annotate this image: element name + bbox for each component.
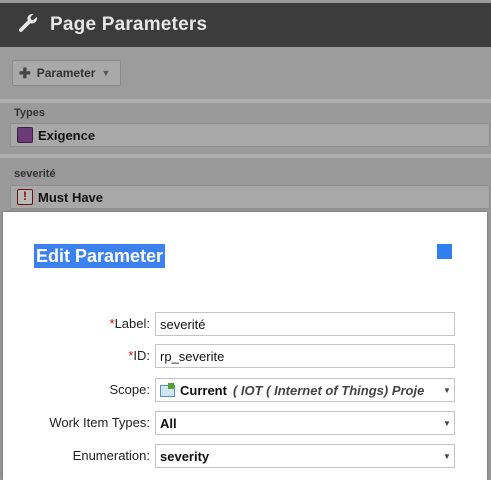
plus-icon: ✚	[19, 64, 31, 81]
work-item-types-select[interactable]: All ▼	[155, 411, 455, 435]
chevron-down-icon: ▼	[101, 68, 111, 78]
id-field-label: *ID:	[128, 348, 150, 363]
dialog-title: Edit Parameter	[34, 244, 166, 268]
scope-row: Scope: Current ( IOT ( Internet of Thing…	[3, 378, 487, 402]
param-value-text: Must Have	[38, 189, 104, 205]
param-value-types[interactable]: Exigence	[10, 123, 490, 147]
must-have-icon	[17, 189, 33, 205]
close-icon[interactable]	[437, 244, 452, 259]
scope-detail: ( IOT ( Internet of Things) Proje	[232, 382, 425, 398]
work-item-types-field-label: Work Item Types:	[49, 415, 150, 430]
chevron-down-icon: ▼	[440, 412, 454, 434]
divider	[0, 154, 491, 158]
enumeration-select[interactable]: severity ▼	[155, 444, 455, 468]
enumeration-field-label: Enumeration:	[72, 448, 150, 463]
wrench-icon	[16, 12, 42, 38]
chevron-down-icon: ▼	[440, 379, 454, 401]
scope-value: Current	[180, 382, 227, 398]
id-row: *ID: rp_severite	[3, 344, 487, 368]
exigence-type-icon	[17, 127, 33, 143]
label-input[interactable]: severité	[155, 312, 455, 336]
label-row: *Label: severité	[3, 312, 487, 336]
param-value-severite[interactable]: Must Have	[10, 185, 490, 209]
param-label-types: Types	[14, 107, 45, 119]
project-scope-icon	[160, 383, 176, 397]
page-title: Page Parameters	[50, 14, 208, 35]
page-header: Page Parameters	[0, 3, 491, 47]
param-value-text: Exigence	[38, 127, 96, 143]
enumeration-row: Enumeration: severity ▼	[3, 444, 487, 468]
add-parameter-button[interactable]: ✚ Parameter ▼	[12, 60, 121, 86]
scope-select[interactable]: Current ( IOT ( Internet of Things) Proj…	[155, 378, 455, 402]
toolbar: ✚ Parameter ▼	[0, 47, 491, 99]
scope-field-label: Scope:	[109, 382, 150, 397]
chevron-down-icon: ▼	[440, 445, 454, 467]
divider	[0, 99, 491, 103]
work-item-types-row: Work Item Types: All ▼	[3, 411, 487, 435]
add-parameter-label: Parameter	[36, 66, 96, 80]
id-input[interactable]: rp_severite	[155, 344, 455, 368]
label-field-label: *Label:	[109, 316, 150, 331]
edit-parameter-dialog: Edit Parameter *Label: severité *ID: rp_…	[3, 212, 487, 480]
param-label-severite: severité	[14, 168, 56, 180]
